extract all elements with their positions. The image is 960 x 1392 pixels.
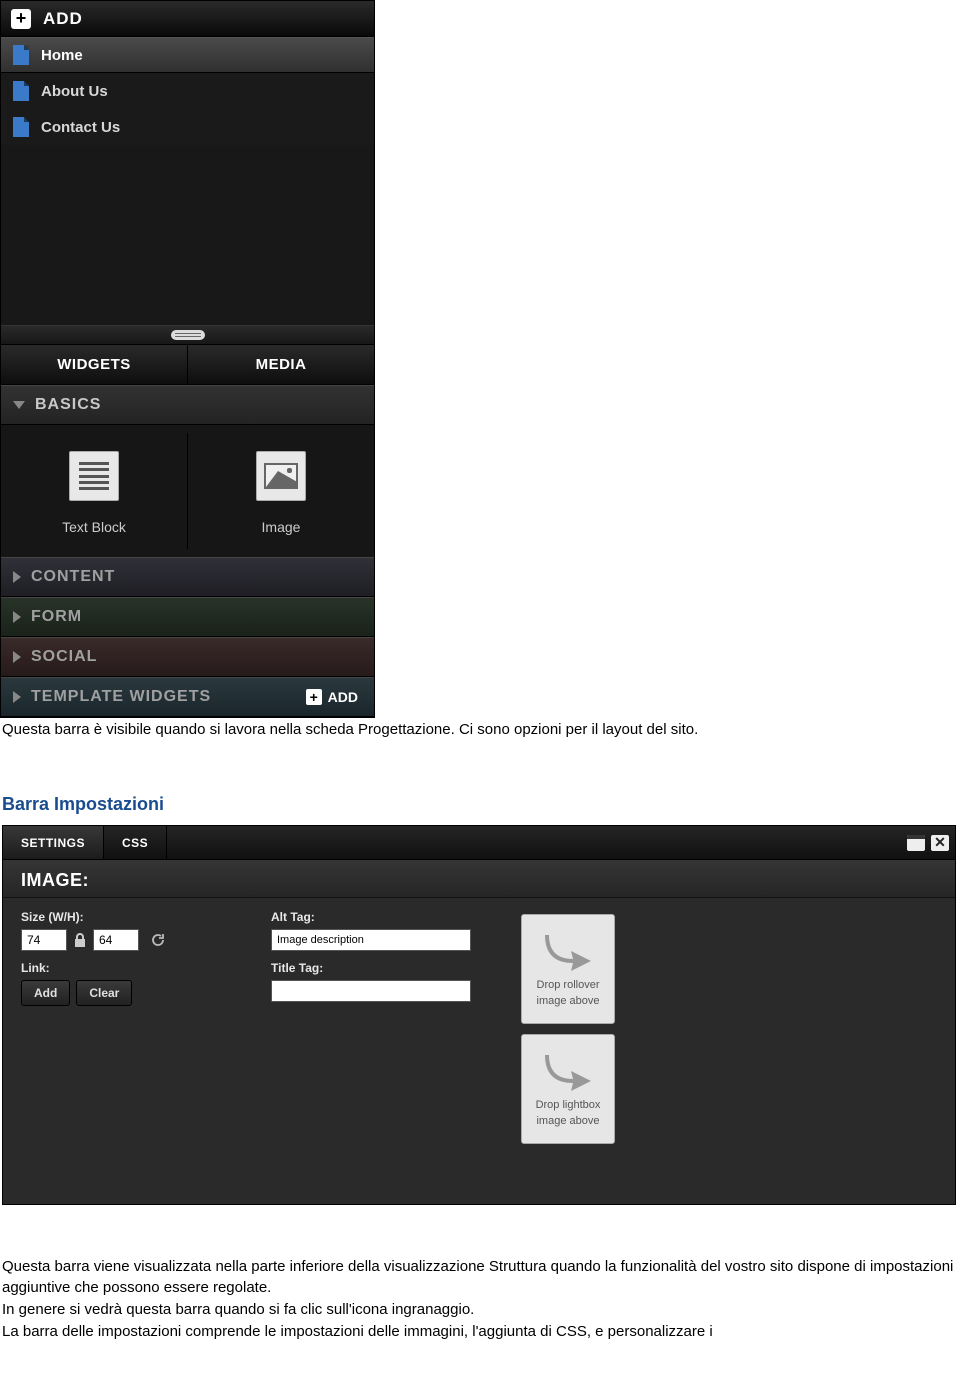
add-page-header[interactable]: + ADD (1, 1, 374, 37)
dropzone-text: Drop lightboximage above (536, 1097, 601, 1130)
section-label: SOCIAL (31, 648, 97, 666)
height-input[interactable] (93, 929, 139, 951)
paragraph-2: Questa barra viene visualizzata nella pa… (0, 1207, 960, 1342)
column-dropzones: Drop rolloverimage above Drop lightboxim… (521, 910, 615, 1144)
alt-tag-input[interactable] (271, 929, 471, 951)
basics-widgets: Text Block Image (1, 425, 374, 557)
settings-body: Size (W/H): Link: Add Clear Alt Tag: Tit… (3, 898, 955, 1204)
width-input[interactable] (21, 929, 67, 951)
alt-tag-label: Alt Tag: (271, 910, 491, 924)
tab-media[interactable]: MEDIA (188, 345, 374, 384)
tab-css[interactable]: CSS (104, 826, 167, 859)
page-item-about[interactable]: About Us (1, 73, 374, 109)
column-tags: Alt Tag: Title Tag: (271, 910, 491, 1144)
close-icon[interactable]: ✕ (931, 835, 949, 851)
widget-label: Image (262, 519, 301, 535)
page-icon (13, 117, 29, 137)
section-label: CONTENT (31, 568, 115, 586)
page-item-contact[interactable]: Contact Us (1, 109, 374, 145)
dropzone-lightbox[interactable]: Drop lightboximage above (521, 1034, 615, 1144)
chevron-right-icon (13, 651, 21, 663)
tab-widgets[interactable]: WIDGETS (1, 345, 188, 384)
widget-image[interactable]: Image (188, 433, 374, 549)
lock-icon[interactable] (73, 932, 87, 948)
add-label: ADD (43, 9, 83, 29)
maximize-icon[interactable] (907, 835, 925, 851)
section-label: FORM (31, 608, 82, 626)
settings-panel: SETTINGS CSS ✕ IMAGE: Size (W/H): Link: … (2, 825, 956, 1205)
page-label: Contact Us (41, 119, 120, 136)
chevron-right-icon (13, 571, 21, 583)
settings-tab-row: SETTINGS CSS ✕ (3, 826, 955, 860)
plus-icon: + (306, 689, 322, 705)
widget-label: Text Block (62, 519, 126, 535)
curved-arrow-icon (543, 929, 593, 971)
section-social[interactable]: SOCIAL (1, 637, 374, 677)
chevron-right-icon (13, 691, 21, 703)
add-link-button[interactable]: Add (21, 980, 70, 1006)
clear-link-button[interactable]: Clear (76, 980, 132, 1006)
section-label: BASICS (35, 396, 101, 414)
page-list: Home About Us Contact Us (1, 37, 374, 145)
dropzone-text: Drop rolloverimage above (537, 977, 600, 1010)
title-tag-input[interactable] (271, 980, 471, 1002)
paragraph-1: Questa barra è visibile quando si lavora… (0, 718, 960, 740)
add-label: ADD (328, 689, 358, 705)
section-label: TEMPLATE WIDGETS (31, 688, 211, 706)
panel-title: IMAGE: (3, 860, 955, 898)
drag-handle[interactable] (1, 325, 374, 345)
page-icon (13, 45, 29, 65)
section-basics[interactable]: BASICS (1, 385, 374, 425)
link-label: Link: (21, 961, 241, 975)
add-template-widget[interactable]: + ADD (306, 689, 358, 705)
widget-tabs: WIDGETS MEDIA (1, 345, 374, 385)
chevron-right-icon (13, 611, 21, 623)
column-size-link: Size (W/H): Link: Add Clear (21, 910, 241, 1144)
page-label: Home (41, 47, 83, 64)
widget-text-block[interactable]: Text Block (1, 433, 188, 549)
section-content[interactable]: CONTENT (1, 557, 374, 597)
empty-space (1, 145, 374, 325)
section-form[interactable]: FORM (1, 597, 374, 637)
text-block-icon (69, 451, 119, 501)
page-icon (13, 81, 29, 101)
dropzone-rollover[interactable]: Drop rolloverimage above (521, 914, 615, 1024)
chevron-down-icon (13, 401, 25, 409)
heading-barra-impostazioni: Barra Impostazioni (0, 742, 960, 823)
curved-arrow-icon (543, 1049, 593, 1091)
page-label: About Us (41, 83, 108, 100)
plus-icon: + (11, 9, 31, 29)
size-label: Size (W/H): (21, 910, 241, 924)
section-template-widgets[interactable]: TEMPLATE WIDGETS + ADD (1, 677, 374, 717)
page-item-home[interactable]: Home (1, 37, 374, 73)
sidebar-panel: + ADD Home About Us Contact Us WIDGETS M… (0, 0, 375, 718)
title-tag-label: Title Tag: (271, 961, 491, 975)
refresh-icon[interactable] (149, 931, 167, 949)
image-icon (256, 451, 306, 501)
tab-settings[interactable]: SETTINGS (3, 826, 104, 859)
grip-icon (171, 330, 205, 340)
